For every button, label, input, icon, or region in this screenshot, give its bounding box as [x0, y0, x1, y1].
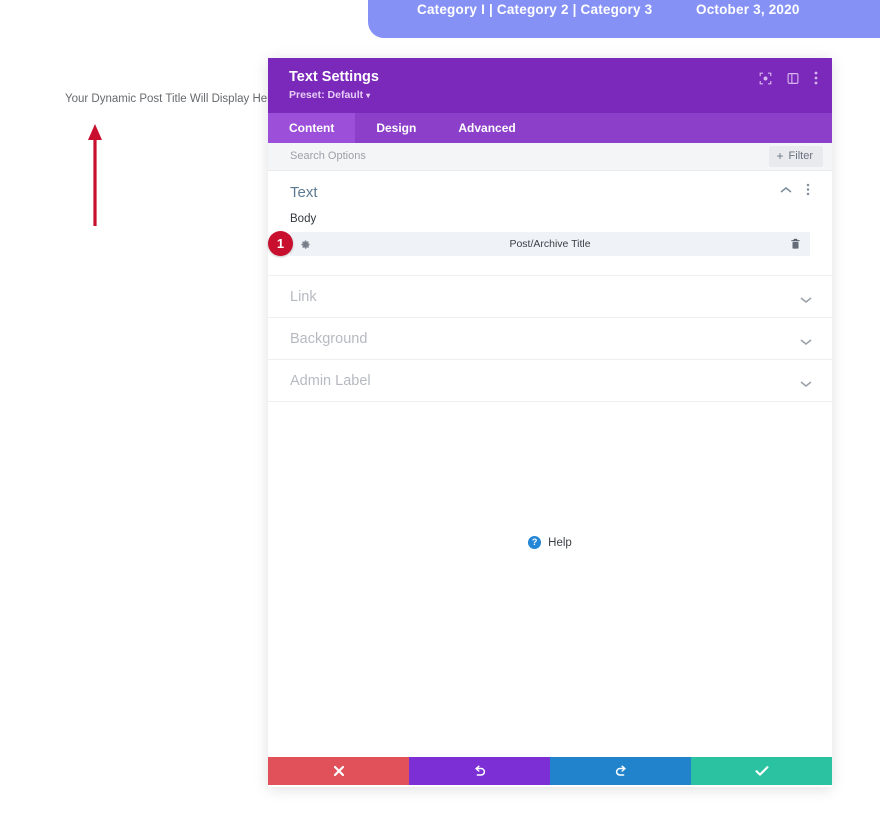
filter-button[interactable]: + Filter — [769, 146, 823, 167]
modal-action-bar — [268, 757, 832, 785]
accordion-background[interactable]: Background — [268, 317, 832, 359]
accordion-admin-label[interactable]: Admin Label — [268, 359, 832, 401]
annotation-arrow-icon — [80, 122, 110, 227]
chevron-down-icon — [800, 291, 812, 309]
modal-tabs: Content Design Advanced — [268, 113, 832, 143]
accordion-link[interactable]: Link — [268, 275, 832, 317]
modal-title: Text Settings — [289, 69, 379, 85]
banner-categories: Category I | Category 2 | Category 3 — [417, 2, 652, 17]
trash-icon[interactable] — [790, 237, 801, 255]
chevron-down-icon — [800, 333, 812, 351]
preset-caret-icon: ▾ — [366, 91, 370, 100]
modal-header-icons — [759, 71, 818, 85]
banner-body: Category I | Category 2 | Category 3 Oct… — [368, 0, 880, 38]
accordion-link-label: Link — [290, 289, 317, 305]
banner-date: October 3, 2020 — [696, 2, 800, 17]
screen-root: Category I | Category 2 | Category 3 Oct… — [0, 0, 880, 824]
save-button[interactable] — [691, 757, 832, 785]
chevron-down-icon — [800, 375, 812, 393]
plus-icon: + — [777, 150, 784, 162]
text-section-title: Text — [290, 184, 318, 201]
text-section-header: Text — [290, 171, 810, 207]
filter-label: Filter — [789, 150, 813, 162]
gear-icon[interactable] — [300, 237, 311, 255]
annotation-badge-1: 1 — [268, 231, 293, 256]
tab-content[interactable]: Content — [268, 113, 355, 143]
focus-icon[interactable] — [759, 72, 772, 85]
dynamic-content-value: Post/Archive Title — [509, 238, 590, 250]
accordion-admin-label-label: Admin Label — [290, 373, 371, 389]
text-section-controls — [780, 183, 810, 196]
undo-icon — [473, 764, 487, 778]
modal-header: Text Settings Preset: Default▾ — [268, 58, 832, 113]
modal-body: Text — [268, 171, 832, 757]
close-icon — [333, 765, 345, 777]
more-options-icon[interactable] — [814, 71, 818, 85]
help-link[interactable]: ? Help — [268, 536, 832, 549]
search-input[interactable]: Search Options — [290, 150, 366, 162]
redo-icon — [614, 764, 628, 778]
text-section: Text — [268, 171, 832, 256]
post-meta-banner: Category I | Category 2 | Category 3 Oct… — [368, 0, 880, 38]
accordion-background-label: Background — [290, 331, 367, 347]
accordion-bottom-divider — [268, 401, 832, 402]
preset-label: Preset: Default — [289, 89, 363, 101]
redo-button[interactable] — [550, 757, 691, 785]
question-mark-icon: ? — [528, 536, 541, 549]
tab-advanced[interactable]: Advanced — [437, 113, 536, 143]
help-label: Help — [548, 537, 572, 549]
cancel-button[interactable] — [268, 757, 409, 785]
chevron-up-icon[interactable] — [780, 186, 792, 194]
layout-toggle-icon[interactable] — [787, 72, 799, 85]
dynamic-post-title-preview: Your Dynamic Post Title Will Display Her… — [65, 93, 277, 105]
search-options-row: Search Options + Filter — [268, 143, 832, 171]
section-more-options-icon[interactable] — [806, 183, 810, 196]
text-settings-modal: Text Settings Preset: Default▾ — [268, 58, 832, 787]
tab-design[interactable]: Design — [355, 113, 437, 143]
body-field-label: Body — [290, 207, 810, 232]
check-icon — [755, 765, 769, 777]
undo-button[interactable] — [409, 757, 550, 785]
dynamic-content-row[interactable]: 1 Post/Archive Title — [290, 232, 810, 256]
preset-selector[interactable]: Preset: Default▾ — [289, 89, 370, 101]
